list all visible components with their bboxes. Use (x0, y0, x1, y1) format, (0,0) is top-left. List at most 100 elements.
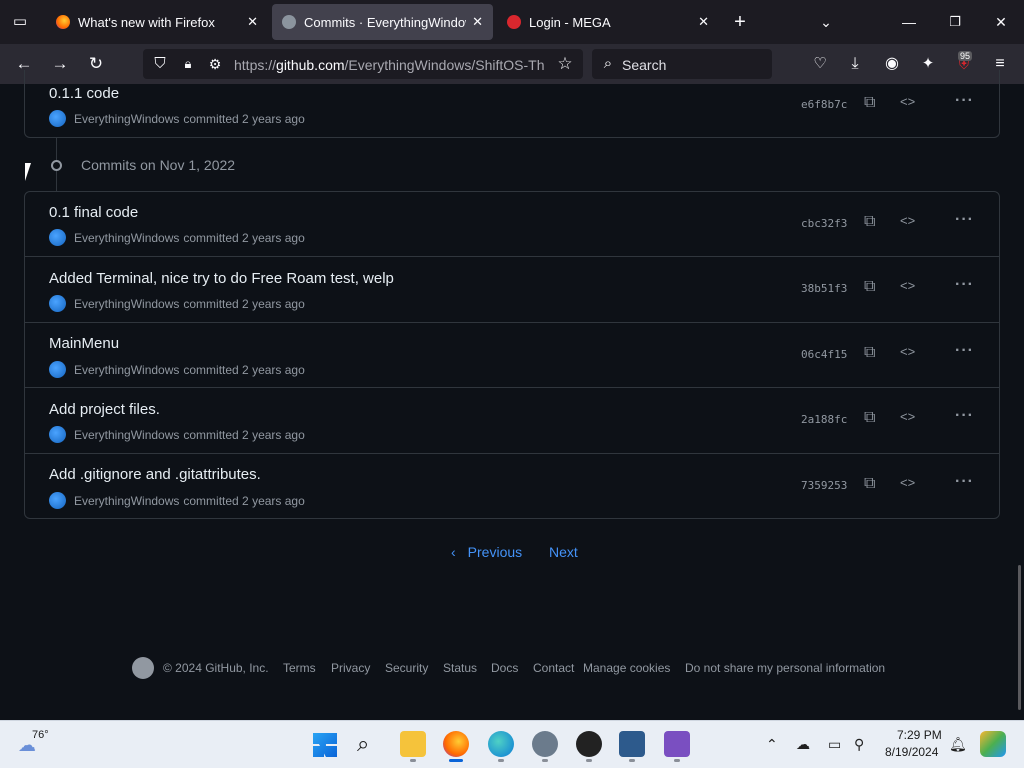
commit-sha[interactable]: 2a188fc (801, 413, 847, 426)
tray-chevron-up-icon[interactable]: ⌃ (766, 736, 778, 753)
commit-meta: EverythingWindows committed 2 years ago (49, 361, 305, 378)
close-window-icon[interactable]: ✕ (989, 10, 1013, 34)
cloud-offline-icon[interactable]: ☁ (796, 736, 810, 753)
footer-link-privacy[interactable]: Privacy (331, 661, 370, 675)
commit-meta: EverythingWindows committed 2 years ago (49, 229, 305, 246)
virtualbox-icon[interactable] (619, 731, 645, 757)
commit-message[interactable]: 0.1.1 code (49, 85, 119, 102)
commit-list-top (24, 70, 1000, 138)
tab-bar: ▭ What's new with Firefox ✕ Commits · Ev… (0, 0, 1024, 44)
visual-studio-icon[interactable] (664, 731, 690, 757)
footer-link-contact[interactable]: Contact (533, 661, 574, 675)
copy-sha-icon[interactable]: ⧉ (864, 278, 884, 298)
more-options-icon[interactable]: ··· (955, 342, 974, 360)
footer-link-manage-cookies[interactable]: Manage cookies (583, 661, 670, 675)
list-tabs-chevron-icon[interactable]: ⌄ (814, 10, 838, 34)
close-tab-icon[interactable]: ✕ (698, 14, 709, 30)
media-player-icon[interactable] (576, 731, 602, 757)
footer-link-terms[interactable]: Terms (283, 661, 316, 675)
clock-date[interactable]: 8/19/2024 (885, 745, 938, 759)
more-options-icon[interactable]: ··· (955, 407, 974, 425)
commit-author[interactable]: EverythingWindows (74, 297, 179, 311)
clock-time[interactable]: 7:29 PM (897, 728, 942, 742)
footer-link-security[interactable]: Security (385, 661, 428, 675)
github-icon (282, 15, 296, 29)
browse-code-icon[interactable]: <> (900, 213, 920, 233)
copy-sha-icon[interactable]: ⧉ (864, 213, 884, 233)
tab-title: What's new with Firefox (78, 14, 215, 30)
avatar[interactable] (49, 110, 66, 127)
table-row-divider (25, 453, 999, 454)
commit-message[interactable]: Add project files. (49, 401, 160, 418)
close-tab-icon[interactable]: ✕ (472, 14, 483, 30)
close-tab-icon[interactable]: ✕ (247, 14, 258, 30)
commit-sha[interactable]: 7359253 (801, 479, 847, 492)
copy-sha-icon[interactable]: ⧉ (864, 94, 884, 114)
display-icon[interactable]: ▭ (828, 736, 841, 753)
more-options-icon[interactable]: ··· (955, 211, 974, 229)
running-indicator (498, 759, 504, 762)
new-tab-icon[interactable]: + (728, 10, 752, 34)
more-options-icon[interactable]: ··· (955, 473, 974, 491)
commit-sha[interactable]: cbc32f3 (801, 217, 847, 230)
browse-code-icon[interactable]: <> (900, 278, 920, 298)
copilot-icon[interactable] (980, 731, 1006, 757)
commit-when: committed 2 years ago (183, 427, 305, 442)
commit-author[interactable]: EverythingWindows (74, 112, 179, 126)
network-icon[interactable]: ⚲ (854, 736, 864, 753)
commit-group-heading: Commits on Nov 1, 2022 (81, 157, 236, 173)
tab-login-mega[interactable]: Login - MEGA ✕ (497, 4, 719, 40)
footer-link-status[interactable]: Status (443, 661, 477, 675)
avatar[interactable] (49, 361, 66, 378)
footer-link-do-not-share[interactable]: Do not share my personal information (685, 661, 885, 675)
commit-meta: EverythingWindows committed 2 years ago (49, 110, 305, 127)
footer-link-docs[interactable]: Docs (491, 661, 518, 675)
copy-sha-icon[interactable]: ⧉ (864, 475, 884, 495)
commit-message[interactable]: Added Terminal, nice try to do Free Roam… (49, 270, 394, 287)
browse-code-icon[interactable]: <> (900, 409, 920, 429)
commit-author[interactable]: EverythingWindows (74, 494, 179, 508)
avatar[interactable] (49, 426, 66, 443)
page-scrollbar[interactable] (1018, 565, 1021, 710)
browse-code-icon[interactable]: <> (900, 94, 920, 114)
commit-sha[interactable]: 06c4f15 (801, 348, 847, 361)
avatar[interactable] (49, 295, 66, 312)
copy-sha-icon[interactable]: ⧉ (864, 409, 884, 429)
taskbar-search-icon[interactable]: ⌕ (357, 731, 369, 757)
all-tabs-icon[interactable]: ▭ (8, 10, 32, 34)
restore-icon[interactable]: ❐ (943, 10, 967, 34)
browse-code-icon[interactable]: <> (900, 475, 920, 495)
copy-sha-icon[interactable]: ⧉ (864, 344, 884, 364)
commit-author[interactable]: EverythingWindows (74, 428, 179, 442)
commit-author[interactable]: EverythingWindows (74, 363, 179, 377)
table-row-divider (25, 387, 999, 388)
commit-sha[interactable]: e6f8b7c (801, 98, 847, 111)
notification-bell-icon[interactable]: 🔔︎ (949, 736, 967, 753)
more-options-icon[interactable]: ··· (955, 276, 974, 294)
commit-author[interactable]: EverythingWindows (74, 231, 179, 245)
previous-page-link[interactable]: ‹ Previous (451, 544, 522, 560)
running-indicator (542, 759, 548, 762)
next-page-link[interactable]: Next (549, 544, 578, 560)
github-logo-icon[interactable] (132, 657, 154, 679)
settings-icon[interactable] (532, 731, 558, 757)
more-options-icon[interactable]: ··· (955, 92, 974, 110)
commit-message[interactable]: 0.1 final code (49, 204, 138, 221)
browse-code-icon[interactable]: <> (900, 344, 920, 364)
commit-meta: EverythingWindows committed 2 years ago (49, 492, 305, 509)
weather-temp: 76° (32, 729, 49, 741)
tab-whats-new-firefox[interactable]: What's new with Firefox ✕ (46, 4, 268, 40)
commit-when: committed 2 years ago (183, 362, 305, 377)
extension-badge: 95 (958, 51, 973, 61)
minimize-icon[interactable]: — (897, 10, 921, 34)
running-indicator (410, 759, 416, 762)
commit-message[interactable]: Add .gitignore and .gitattributes. (49, 466, 261, 483)
commit-message[interactable]: MainMenu (49, 335, 119, 352)
file-explorer-icon[interactable] (400, 731, 426, 757)
edge-icon[interactable] (488, 731, 514, 757)
commit-sha[interactable]: 38b51f3 (801, 282, 847, 295)
tab-commits[interactable]: Commits · EverythingWindows ✕ (272, 4, 493, 40)
firefox-taskbar-icon[interactable] (443, 731, 469, 757)
avatar[interactable] (49, 492, 66, 509)
avatar[interactable] (49, 229, 66, 246)
